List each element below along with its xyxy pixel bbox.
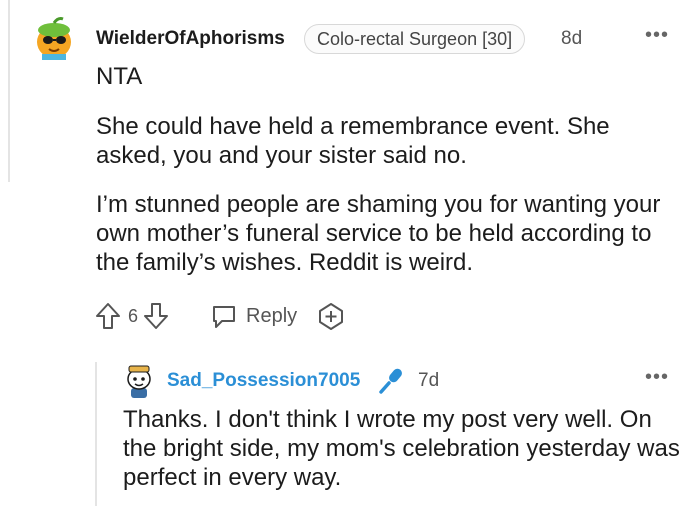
- more-dots-icon[interactable]: •••: [645, 366, 669, 389]
- speech-bubble-icon: [213, 306, 235, 328]
- downvote-arrow-icon[interactable]: [142, 301, 170, 331]
- reply-label: Reply: [246, 304, 298, 327]
- more-dots-icon[interactable]: •••: [645, 24, 669, 47]
- comment-paragraph: I’m stunned people are shaming you for w…: [96, 191, 661, 276]
- award-plus-icon[interactable]: [317, 301, 345, 331]
- username[interactable]: Sad_Possession7005: [167, 370, 360, 392]
- microphone-icon: [379, 368, 402, 394]
- user-flair: Colo-rectal Surgeon [30]: [304, 24, 526, 54]
- comment-paragraph: NTA: [96, 63, 143, 90]
- left-divider: [0, 0, 10, 182]
- comment-paragraph: She could have held a remembrance event.…: [96, 113, 610, 169]
- user-avatar-icon[interactable]: [32, 16, 76, 60]
- vote-count: 6: [128, 305, 139, 326]
- username[interactable]: WielderOfAphorisms: [96, 28, 285, 50]
- timestamp: 7d: [418, 370, 440, 391]
- thread-line[interactable]: [95, 362, 97, 506]
- user-avatar-icon[interactable]: [123, 364, 155, 398]
- reply-text: Thanks. I don't think I wrote my post ve…: [123, 406, 680, 491]
- upvote-arrow-icon[interactable]: [94, 301, 122, 331]
- reply-button[interactable]: Reply: [210, 301, 297, 331]
- timestamp: 8d: [561, 28, 583, 49]
